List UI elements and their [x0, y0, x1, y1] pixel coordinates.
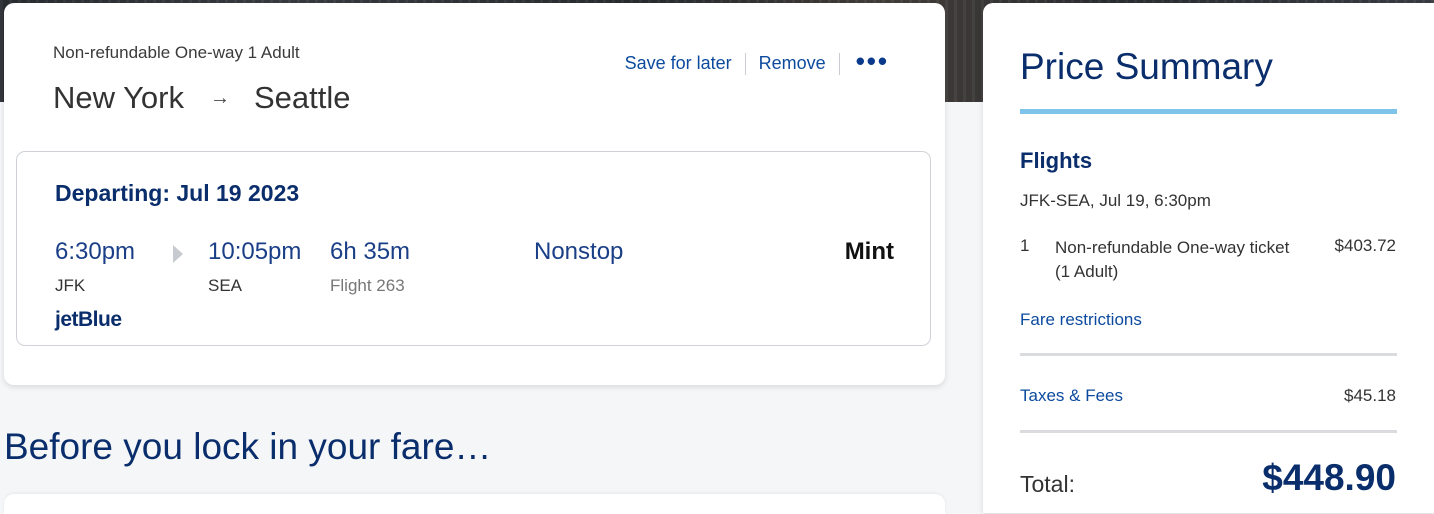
destination-city: Seattle: [253, 80, 351, 115]
flight-segment: Departing: Jul 19 2023 6:30pm 10:05pm 6h…: [16, 151, 931, 346]
summary-divider: [1020, 430, 1397, 433]
depart-time: 6:30pm: [55, 238, 136, 265]
flight-duration: 6h 35m: [330, 238, 411, 265]
accent-rule: [1020, 109, 1397, 114]
line-item-quantity: 1: [1020, 236, 1030, 255]
flight-number: Flight 263: [330, 276, 405, 295]
departing-date: Departing: Jul 19 2023: [55, 180, 300, 206]
total-price: $448.90: [1262, 457, 1396, 498]
section-heading: Before you lock in your fare…: [4, 426, 492, 467]
taxes-fees-link[interactable]: Taxes & Fees: [1020, 386, 1123, 406]
price-summary-panel: Price Summary Flights JFK-SEA, Jul 19, 6…: [983, 3, 1434, 513]
destination-code: SEA: [208, 276, 243, 295]
cabin-class: Mint: [844, 238, 894, 265]
line-item-price: $403.72: [1334, 236, 1396, 255]
line-item-description: Non-refundable One-way ticket (1 Adult): [1055, 238, 1290, 281]
flight-detail: JFK-SEA, Jul 19, 6:30pm: [1020, 191, 1211, 210]
save-for-later-link[interactable]: Save for later: [612, 51, 745, 76]
arrow-right-icon: →: [209, 86, 230, 109]
remove-link[interactable]: Remove: [746, 51, 839, 76]
airline-logo: jetBlue: [55, 308, 122, 331]
total-label: Total:: [1020, 471, 1075, 497]
flights-heading: Flights: [1020, 148, 1093, 173]
taxes-fees-price: $45.18: [1344, 386, 1396, 405]
stops-info: Nonstop: [534, 238, 624, 265]
trip-card: Non-refundable One-way 1 Adult New York …: [4, 3, 945, 385]
origin-city: New York: [53, 80, 184, 115]
origin-code: JFK: [55, 276, 86, 295]
trip-meta: Non-refundable One-way 1 Adult: [53, 43, 300, 62]
arrive-time: 10:05pm: [208, 238, 302, 265]
more-options-icon[interactable]: •••: [840, 48, 889, 76]
price-summary-title: Price Summary: [1020, 46, 1273, 87]
play-icon: [173, 245, 183, 263]
card-actions: Save for later Remove •••: [612, 48, 889, 76]
summary-divider: [1020, 353, 1397, 356]
next-card: [4, 494, 945, 514]
fare-restrictions-link[interactable]: Fare restrictions: [1020, 310, 1142, 330]
route-title: New York → Seattle: [53, 80, 350, 116]
